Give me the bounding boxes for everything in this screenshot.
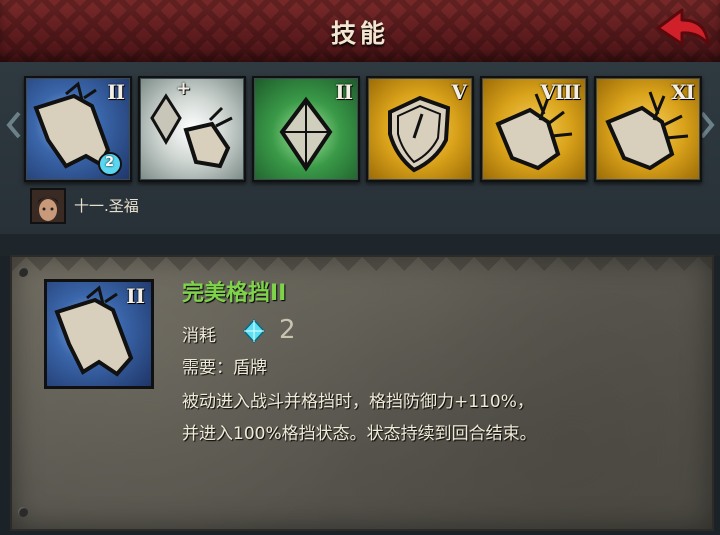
skill-name: 完美格挡II xyxy=(182,281,287,306)
description-line-2: 并进入100%格挡状态。状态持续到回合结束。 xyxy=(182,424,537,444)
description-line-1: 被动进入战斗并格挡时，格挡防御力+110%， xyxy=(182,392,534,412)
gem-badge: 2 xyxy=(105,155,115,170)
slot-level: VIII xyxy=(540,80,581,104)
slot-level: II xyxy=(335,80,353,104)
slot-level: II xyxy=(107,80,125,104)
slot-level: V xyxy=(451,80,467,104)
skill-slot-2[interactable]: + xyxy=(138,76,246,182)
rivet xyxy=(18,267,28,277)
hero-name: 十一.圣福 xyxy=(74,197,139,215)
slot-level: XI xyxy=(671,80,695,104)
card-border-pattern xyxy=(12,257,712,275)
cost-label: 消耗 xyxy=(182,326,216,346)
cost-value: 2 xyxy=(279,315,296,345)
back-arrow-icon[interactable] xyxy=(648,6,714,54)
skill-level: II xyxy=(126,284,145,308)
crystal-and-shield-icon xyxy=(150,93,233,169)
rivet xyxy=(18,507,28,517)
skill-slot-1[interactable]: II 2 xyxy=(24,76,132,182)
skill-slot-6[interactable]: XI xyxy=(594,76,702,182)
crystal-gem-icon xyxy=(242,319,266,343)
chevron-left-icon[interactable] xyxy=(4,110,24,140)
selected-skill-icon: II xyxy=(44,279,154,389)
page-title: 技能 xyxy=(330,19,389,48)
skill-detail-card: II 完美格挡II 消耗 2 需要：盾牌 被动进入战斗并格挡时，格挡防御力+11… xyxy=(10,255,714,531)
hero-portrait[interactable] xyxy=(30,188,66,224)
requirement-text: 需要：盾牌 xyxy=(182,358,267,378)
slot-level: + xyxy=(176,78,191,99)
divider xyxy=(0,234,720,256)
skill-slot-3[interactable]: II xyxy=(252,76,360,182)
skill-bar: II 2 + II V VIII XI 十一.圣福 xyxy=(0,62,720,234)
skill-slot-4[interactable]: V xyxy=(366,76,474,182)
title-bar: 技能 xyxy=(0,0,720,65)
skill-slot-5[interactable]: VIII xyxy=(480,76,588,182)
